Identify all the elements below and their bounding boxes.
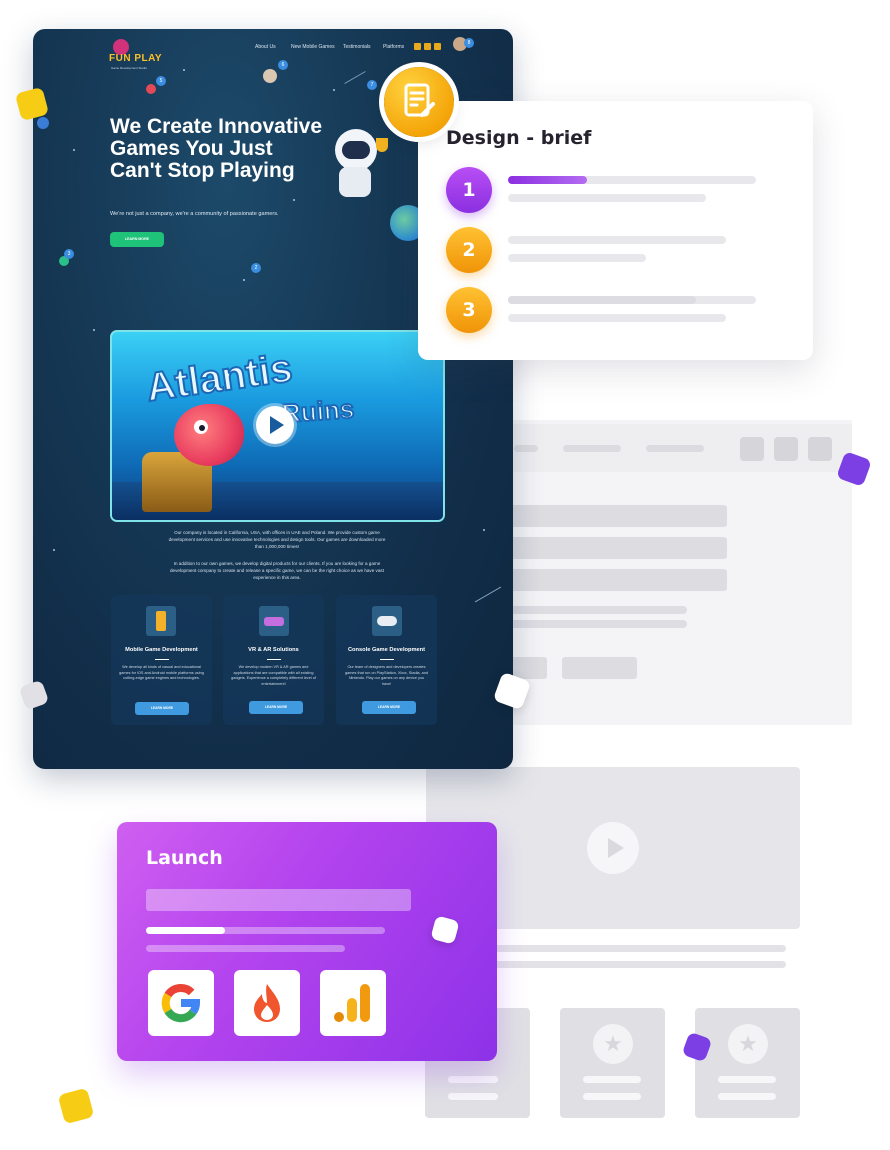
nav-about-us[interactable]: About Us	[255, 44, 276, 50]
brief-title: Design - brief	[446, 127, 592, 149]
step-1-badge: 1	[446, 167, 492, 213]
analytics-tile[interactable]	[320, 970, 386, 1036]
planet-icon	[263, 69, 277, 83]
step-2-line	[508, 236, 726, 244]
service-title: Console Game Development	[347, 647, 426, 653]
divider	[380, 659, 394, 660]
twitter-icon[interactable]	[424, 43, 431, 50]
game-title: Atlantis	[143, 345, 296, 411]
logo-tagline: Game Development Studio	[111, 66, 148, 70]
hero-title: We Create Innovative Games You Just Can'…	[110, 115, 323, 182]
fish-character	[174, 404, 244, 466]
map-number: 6	[278, 60, 288, 70]
wireframe-line	[583, 1093, 641, 1100]
step-3-badge: 3	[446, 287, 492, 333]
step-2-subline	[508, 254, 646, 262]
service-learn-more-button[interactable]: LEARN MORE	[135, 702, 189, 715]
launch-line	[146, 945, 345, 952]
service-title: VR & AR Solutions	[248, 647, 299, 653]
service-learn-more-button[interactable]: LEARN MORE	[249, 701, 303, 714]
firebase-icon	[254, 984, 280, 1022]
hero-learn-more-button[interactable]: LEARN MORE	[110, 232, 164, 247]
wireframe-line	[474, 961, 786, 968]
wireframe-line	[448, 1076, 498, 1083]
game-video-frame[interactable]: Atlantis Ruins	[110, 330, 445, 522]
map-number: 2	[251, 263, 261, 273]
wireframe-line	[510, 620, 687, 628]
play-icon	[587, 822, 639, 874]
wireframe-line	[474, 945, 786, 952]
service-text: We develop modern VR & AR games and appl…	[231, 665, 316, 687]
play-video-button[interactable]	[256, 406, 294, 444]
service-title: Mobile Game Development	[125, 647, 198, 653]
wireframe-line	[718, 1093, 776, 1100]
instagram-icon[interactable]	[434, 43, 441, 50]
wireframe-tab	[563, 445, 621, 452]
about-paragraph-1: Our company is located in California, US…	[168, 530, 386, 549]
map-number: 5	[156, 76, 166, 86]
google-tile[interactable]	[148, 970, 214, 1036]
step-2-badge: 2	[446, 227, 492, 273]
document-edit-icon	[384, 67, 454, 137]
service-text: Our team of designers and developers cre…	[345, 665, 428, 687]
phone-icon	[146, 606, 176, 636]
facebook-icon[interactable]	[414, 43, 421, 50]
wireframe-line	[448, 1093, 498, 1100]
analytics-icon	[334, 984, 370, 1022]
wireframe-block	[510, 505, 727, 527]
google-icon	[161, 984, 201, 1023]
launch-input-placeholder	[146, 889, 411, 911]
wireframe-block	[510, 537, 727, 559]
step-1-progress	[508, 176, 588, 184]
about-paragraph-2: In addition to our own games, we develop…	[170, 561, 384, 580]
divider	[155, 659, 169, 660]
star-icon: ★	[593, 1024, 633, 1064]
step-3-line-fill	[508, 296, 696, 304]
map-number: 3	[64, 249, 74, 259]
wireframe-tab	[646, 445, 704, 452]
planet-icon	[37, 117, 49, 129]
wireframe-button	[562, 657, 637, 679]
map-number: 7	[367, 80, 377, 90]
planet-icon	[146, 84, 156, 94]
launch-progress-fill	[146, 927, 225, 934]
nav-platforms[interactable]: Platforms	[383, 44, 404, 50]
wireframe-line	[718, 1076, 776, 1083]
service-text: We develop all kinds of casual and educa…	[119, 665, 204, 681]
star-icon: ★	[728, 1024, 768, 1064]
service-learn-more-button[interactable]: LEARN MORE	[362, 701, 416, 714]
wireframe-block	[510, 569, 727, 591]
nav-new-mobile-games[interactable]: New Mobile Games	[291, 44, 335, 50]
map-number: 8	[464, 38, 474, 48]
wireframe-line	[583, 1076, 641, 1083]
wireframe-window-button	[808, 437, 832, 461]
decor-square	[57, 1087, 95, 1125]
wireframe-window-button	[740, 437, 764, 461]
launch-title: Launch	[146, 847, 223, 869]
hero-subtitle: We're not just a company, we're a commun…	[110, 211, 279, 217]
wireframe-tab	[514, 445, 538, 452]
vr-headset-icon	[259, 606, 289, 636]
logo-text[interactable]: FUN PLAY	[109, 53, 162, 64]
nav-testimonials[interactable]: Testimonials	[343, 44, 371, 50]
wireframe-window-button	[774, 437, 798, 461]
gamepad-icon	[372, 606, 402, 636]
wireframe-line	[510, 606, 687, 614]
divider	[267, 659, 281, 660]
step-3-subline	[508, 314, 726, 322]
step-1-subline	[508, 194, 706, 202]
trophy-icon	[376, 138, 388, 152]
firebase-tile[interactable]	[234, 970, 300, 1036]
astronaut-icon	[335, 129, 377, 171]
